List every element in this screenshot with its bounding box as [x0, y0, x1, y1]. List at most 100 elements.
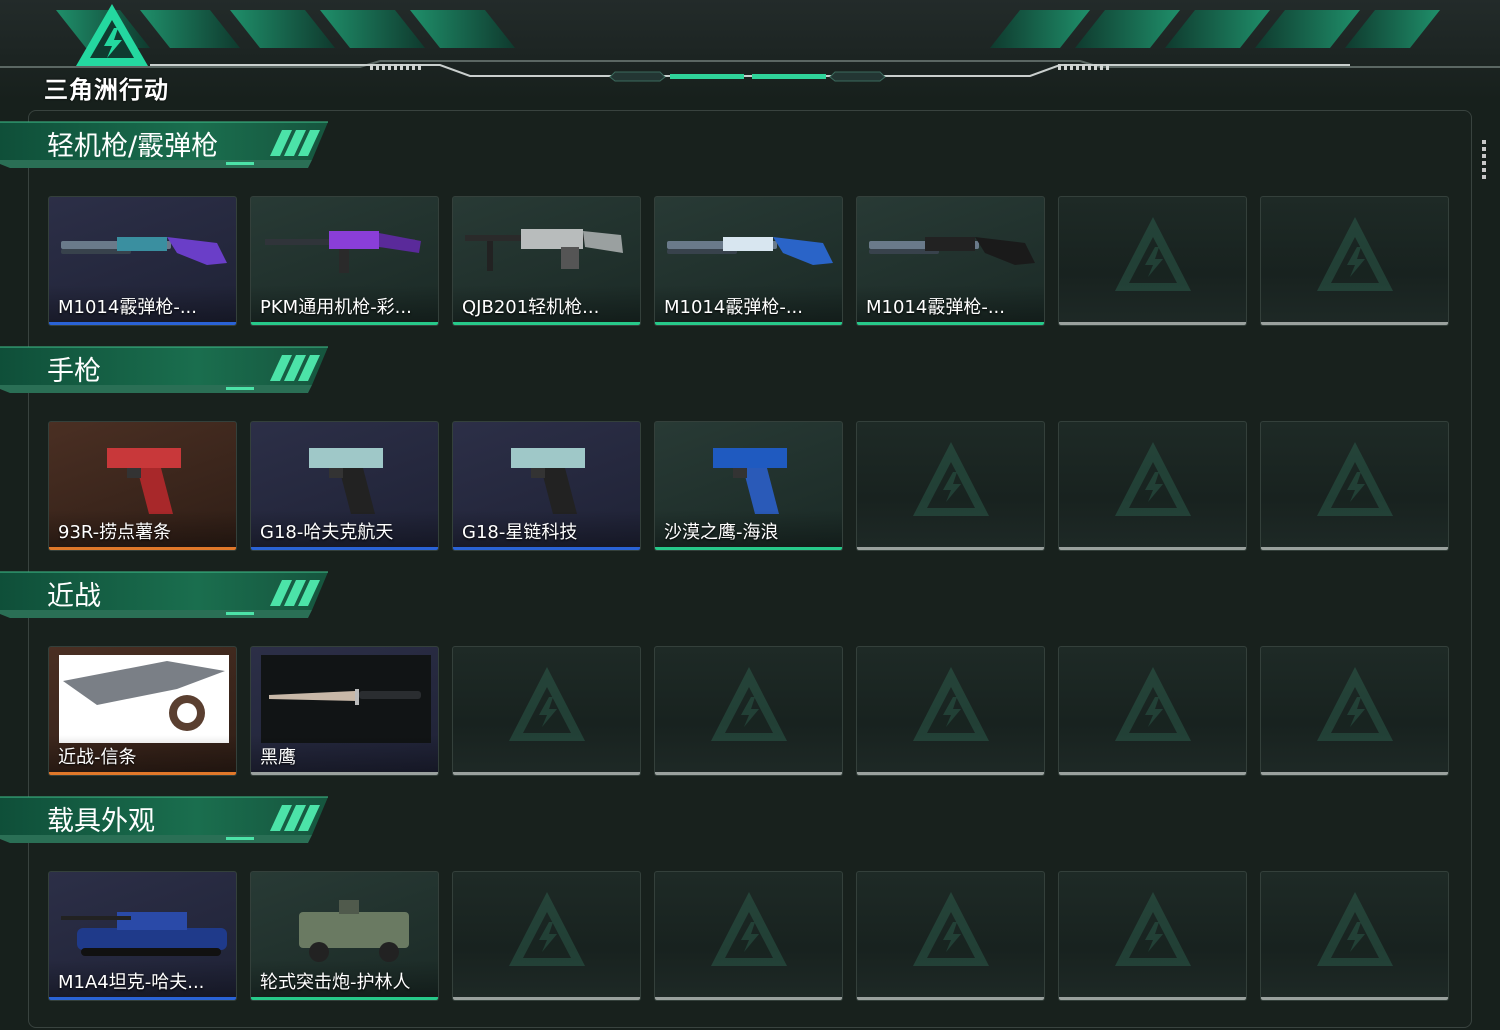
quality-bar	[655, 322, 842, 325]
item-name: M1A4坦克-哈夫...	[58, 972, 205, 993]
shotgun-icon	[663, 203, 835, 293]
quality-bar	[857, 997, 1044, 1000]
item-card[interactable]: M1014霰弹枪-...	[48, 196, 237, 326]
knife-icon	[259, 653, 431, 743]
item-name: 轮式突击炮-护林人	[260, 972, 411, 993]
item-card[interactable]: PKM通用机枪-彩...	[250, 196, 439, 326]
knife-icon	[57, 653, 229, 743]
empty-item-slot[interactable]	[856, 871, 1045, 1001]
empty-item-slot[interactable]	[1058, 196, 1247, 326]
item-name: M1014霰弹枪-...	[664, 297, 803, 318]
empty-item-slot[interactable]	[654, 646, 843, 776]
pistol-icon	[259, 428, 431, 518]
item-card[interactable]: G18-哈夫克航天	[250, 421, 439, 551]
quality-bar	[1059, 547, 1246, 550]
item-name: 93R-捞点薯条	[58, 522, 172, 543]
empty-slot-icon	[911, 890, 991, 970]
quality-bar	[1261, 997, 1448, 1000]
quality-bar	[857, 772, 1044, 775]
quality-bar	[453, 997, 640, 1000]
item-card[interactable]: M1014霰弹枪-...	[654, 196, 843, 326]
empty-slot-icon	[1315, 440, 1395, 520]
quality-bar	[453, 772, 640, 775]
scrollbar[interactable]	[1482, 140, 1486, 180]
quality-bar	[1059, 772, 1246, 775]
empty-item-slot[interactable]	[856, 421, 1045, 551]
quality-bar	[251, 997, 438, 1000]
empty-slot-icon	[1113, 890, 1193, 970]
item-name: M1014霰弹枪-...	[58, 297, 197, 318]
item-name: G18-星链科技	[462, 522, 578, 543]
header-stripes-right	[990, 10, 1440, 48]
empty-item-slot[interactable]	[856, 646, 1045, 776]
item-row: 近战-信条 黑鹰	[48, 646, 1450, 776]
item-card[interactable]: 黑鹰	[250, 646, 439, 776]
section-title: 手枪	[47, 356, 101, 387]
tank-icon	[57, 878, 229, 968]
quality-bar	[49, 547, 236, 550]
empty-slot-icon	[1113, 215, 1193, 295]
game-logo-text: 三角洲行动	[44, 76, 169, 104]
pistol-icon	[57, 428, 229, 518]
quality-bar	[857, 547, 1044, 550]
quality-bar	[49, 322, 236, 325]
empty-slot-icon	[507, 665, 587, 745]
empty-slot-icon	[1113, 440, 1193, 520]
item-card[interactable]: 沙漠之鹰-海浪	[654, 421, 843, 551]
empty-item-slot[interactable]	[1260, 646, 1449, 776]
empty-slot-icon	[709, 665, 789, 745]
empty-item-slot[interactable]	[1058, 646, 1247, 776]
quality-bar	[453, 322, 640, 325]
item-name: 近战-信条	[58, 747, 137, 768]
quality-bar	[1261, 322, 1448, 325]
empty-slot-icon	[1315, 215, 1395, 295]
machine-gun-icon	[259, 203, 431, 293]
empty-item-slot[interactable]	[1058, 871, 1247, 1001]
quality-bar	[49, 772, 236, 775]
item-card[interactable]: M1014霰弹枪-...	[856, 196, 1045, 326]
item-row: M1A4坦克-哈夫... 轮式突击炮-护林人	[48, 871, 1450, 1001]
quality-bar	[655, 547, 842, 550]
empty-slot-icon	[911, 665, 991, 745]
shotgun-icon	[57, 203, 229, 293]
quality-bar	[655, 997, 842, 1000]
item-row: 93R-捞点薯条 G18-哈夫克航天 G18-星链科技 沙漠之鹰-海浪	[48, 421, 1450, 551]
light-machine-gun-icon	[461, 203, 633, 293]
empty-item-slot[interactable]	[1260, 196, 1449, 326]
header-divider	[0, 60, 1500, 82]
empty-item-slot[interactable]	[1260, 871, 1449, 1001]
item-name: M1014霰弹枪-...	[866, 297, 1005, 318]
empty-item-slot[interactable]	[1058, 421, 1247, 551]
pistol-icon	[663, 428, 835, 518]
section-header: 手枪	[0, 343, 330, 399]
quality-bar	[1261, 547, 1448, 550]
empty-item-slot[interactable]	[1260, 421, 1449, 551]
top-header: 三角洲行动	[0, 0, 1500, 104]
item-card[interactable]: QJB201轻机枪...	[452, 196, 641, 326]
section-title: 载具外观	[47, 806, 155, 837]
empty-item-slot[interactable]	[452, 646, 641, 776]
item-card[interactable]: 轮式突击炮-护林人	[250, 871, 439, 1001]
item-card[interactable]: 近战-信条	[48, 646, 237, 776]
quality-bar	[251, 322, 438, 325]
item-name: G18-哈夫克航天	[260, 522, 394, 543]
section-header: 轻机枪/霰弹枪	[0, 118, 330, 174]
item-card[interactable]: M1A4坦克-哈夫...	[48, 871, 237, 1001]
empty-item-slot[interactable]	[452, 871, 641, 1001]
section-header: 近战	[0, 568, 330, 624]
empty-item-slot[interactable]	[654, 871, 843, 1001]
armored-vehicle-icon	[259, 878, 431, 968]
item-name: 沙漠之鹰-海浪	[664, 522, 779, 543]
item-name: 黑鹰	[260, 747, 296, 768]
quality-bar	[857, 322, 1044, 325]
empty-slot-icon	[1315, 665, 1395, 745]
item-card[interactable]: G18-星链科技	[452, 421, 641, 551]
empty-slot-icon	[507, 890, 587, 970]
item-row: M1014霰弹枪-... PKM通用机枪-彩... QJB201轻机枪... M101…	[48, 196, 1450, 326]
item-card[interactable]: 93R-捞点薯条	[48, 421, 237, 551]
quality-bar	[1261, 772, 1448, 775]
section-title: 轻机枪/霰弹枪	[47, 131, 219, 162]
quality-bar	[453, 547, 640, 550]
shotgun-icon	[865, 203, 1037, 293]
empty-slot-icon	[709, 890, 789, 970]
